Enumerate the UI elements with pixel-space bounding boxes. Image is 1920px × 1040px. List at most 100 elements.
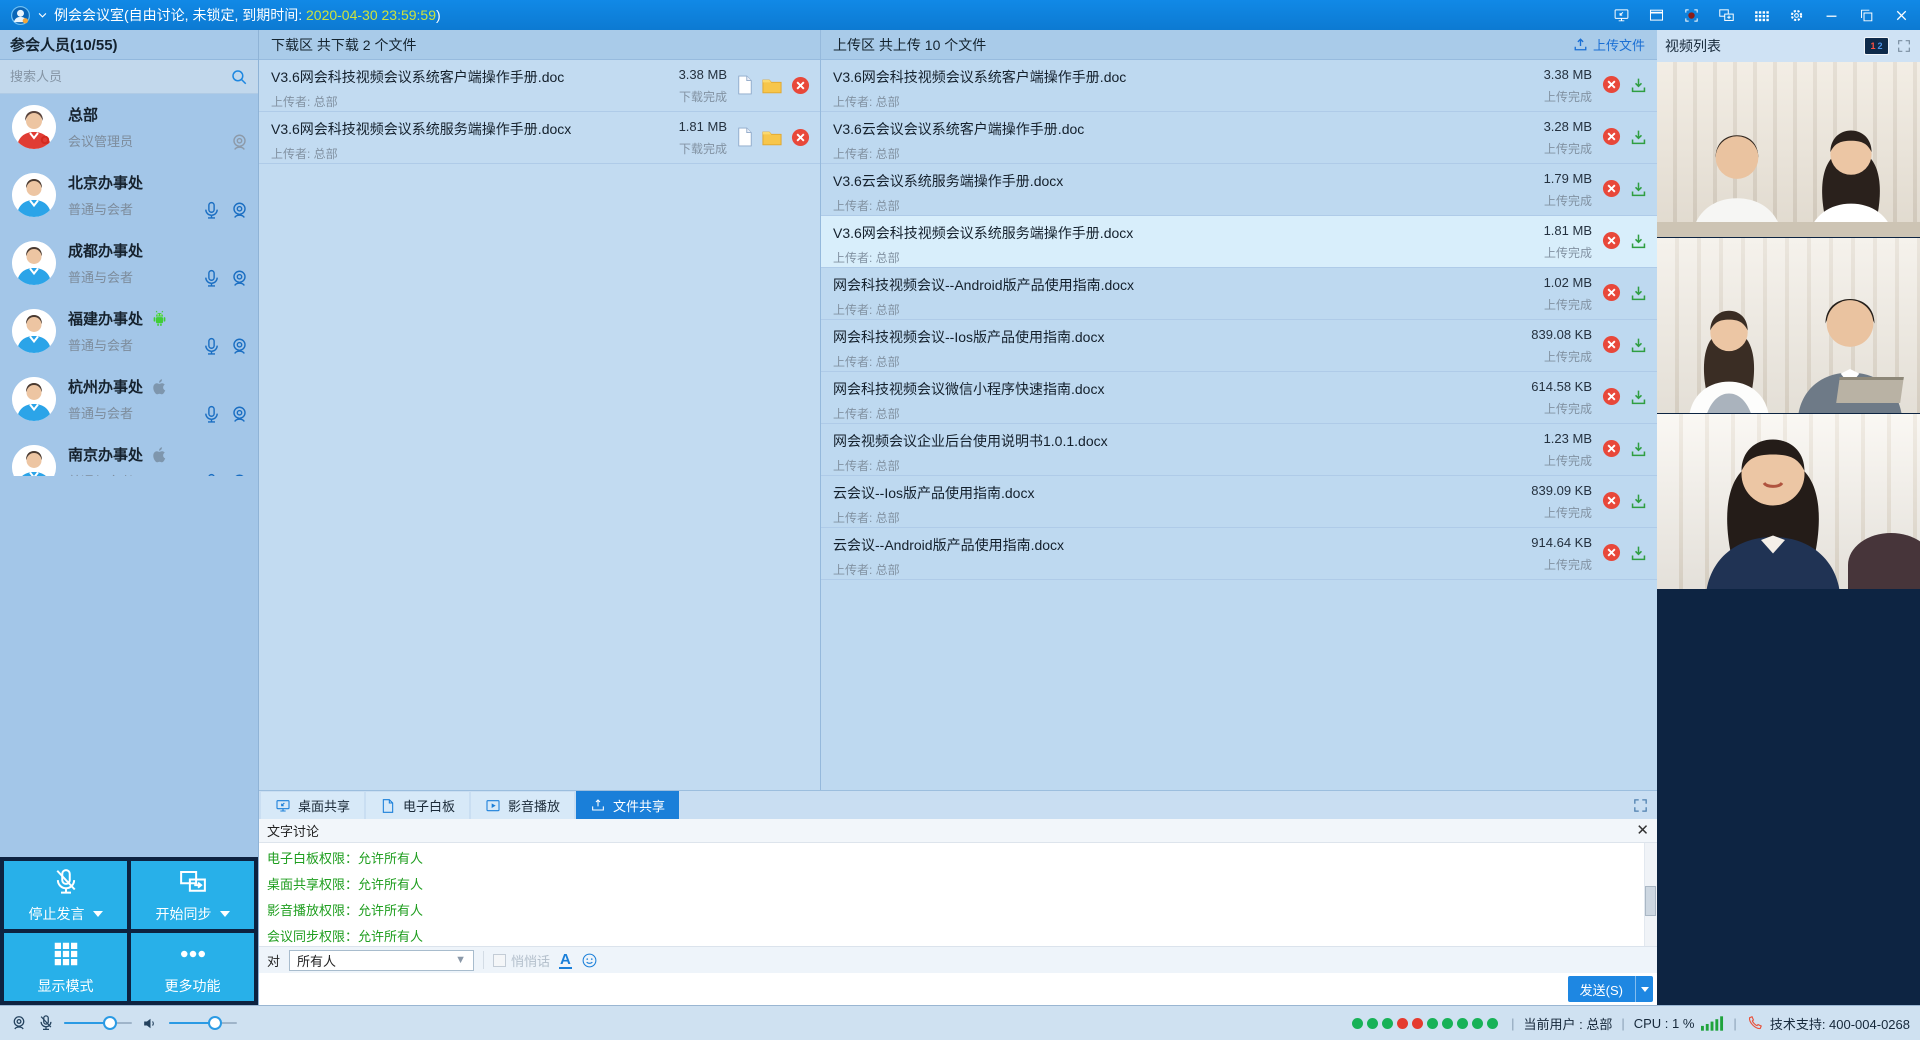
participant-row[interactable]: 成都办事处 普	[0, 230, 258, 298]
upload-file-row[interactable]: 云会议--Android版产品使用指南.docx 上传者: 总部 914.64 …	[821, 528, 1657, 580]
camera-icon[interactable]	[10, 1014, 28, 1032]
upload-file-row[interactable]: 网会科技视频会议--Ios版产品使用指南.docx 上传者: 总部 839.08…	[821, 320, 1657, 372]
download-icon[interactable]	[1630, 76, 1647, 94]
delete-icon[interactable]	[1602, 335, 1621, 354]
font-color-icon[interactable]: A	[559, 952, 572, 969]
microphone-icon[interactable]	[201, 404, 222, 425]
delete-icon[interactable]	[1602, 283, 1621, 302]
close-icon[interactable]: ✕	[1636, 823, 1649, 838]
mic-volume-slider[interactable]	[64, 1016, 132, 1030]
microphone-icon[interactable]	[201, 336, 222, 357]
speaker-volume-slider[interactable]	[169, 1016, 237, 1030]
scrollbar[interactable]	[1644, 843, 1657, 946]
download-icon[interactable]	[1630, 232, 1647, 250]
message-input[interactable]: 发送(S)	[259, 973, 1657, 1005]
delete-icon[interactable]	[1602, 387, 1621, 406]
download-icon[interactable]	[1630, 128, 1647, 146]
delete-icon[interactable]	[1602, 75, 1621, 94]
close-icon[interactable]	[1893, 7, 1910, 24]
upload-file-row[interactable]: V3.6网会科技视频会议系统服务端操作手册.docx 上传者: 总部 1.81 …	[821, 216, 1657, 268]
camera-off-icon[interactable]	[229, 132, 250, 153]
tab-file-share[interactable]: 文件共享	[576, 791, 679, 819]
video-thumbnail-1[interactable]	[1657, 62, 1920, 237]
delete-icon[interactable]	[1602, 179, 1621, 198]
delete-icon[interactable]	[1602, 491, 1621, 510]
microphone-icon[interactable]	[201, 200, 222, 221]
scrollbar-thumb[interactable]	[1645, 886, 1656, 916]
send-options-caret[interactable]	[1635, 976, 1653, 1002]
upload-file-row[interactable]: V3.6网会科技视频会议系统客户端操作手册.doc 上传者: 总部 3.38 M…	[821, 60, 1657, 112]
camera-icon[interactable]	[229, 336, 250, 357]
upload-file-row[interactable]: V3.6云会议系统服务端操作手册.docx 上传者: 总部 1.79 MB 上传…	[821, 164, 1657, 216]
tab-whiteboard[interactable]: 电子白板	[366, 792, 469, 819]
camera-icon[interactable]	[229, 404, 250, 425]
download-icon[interactable]	[1630, 336, 1647, 354]
delete-icon[interactable]	[1602, 231, 1621, 250]
dual-screen-icon[interactable]: 12	[1864, 37, 1889, 55]
expand-icon[interactable]	[1896, 38, 1912, 54]
dropdown-caret[interactable]	[93, 911, 103, 922]
open-folder-icon[interactable]	[762, 77, 782, 94]
checkbox-icon[interactable]	[493, 954, 506, 967]
cast-screen-icon[interactable]	[1718, 7, 1735, 24]
record-icon[interactable]	[1683, 7, 1700, 24]
minimize-icon[interactable]	[1823, 7, 1840, 24]
stop-speaking-button[interactable]: 停止发言	[4, 861, 127, 929]
app-logo-icon[interactable]	[10, 5, 31, 26]
delete-icon[interactable]	[1602, 543, 1621, 562]
maximize-icon[interactable]	[1858, 7, 1875, 24]
participant-row[interactable]: 总部 会议管理	[0, 94, 258, 162]
start-sync-button[interactable]: 开始同步	[131, 861, 254, 929]
upload-file-row[interactable]: V3.6云会议会议系统客户端操作手册.doc 上传者: 总部 3.28 MB 上…	[821, 112, 1657, 164]
upload-file-row[interactable]: 网会视频会议企业后台使用说明书1.0.1.docx 上传者: 总部 1.23 M…	[821, 424, 1657, 476]
whisper-checkbox[interactable]: 悄悄话	[493, 951, 550, 970]
presentation-icon[interactable]	[1648, 7, 1665, 24]
download-icon[interactable]	[1630, 180, 1647, 198]
video-thumbnail-2[interactable]	[1657, 238, 1920, 413]
camera-icon[interactable]	[229, 200, 250, 221]
more-functions-button[interactable]: 更多功能	[131, 933, 254, 1001]
video-thumbnail-3[interactable]	[1657, 414, 1920, 589]
download-icon[interactable]	[1630, 284, 1647, 302]
search-input[interactable]	[10, 69, 230, 84]
mic-off-icon[interactable]	[37, 1014, 55, 1032]
camera-icon[interactable]	[229, 268, 250, 289]
download-file-row[interactable]: V3.6网会科技视频会议系统服务端操作手册.docx 上传者: 总部 1.81 …	[259, 112, 820, 164]
download-icon[interactable]	[1630, 492, 1647, 510]
camera-icon[interactable]	[229, 472, 250, 476]
expand-icon[interactable]	[1632, 797, 1649, 814]
download-icon[interactable]	[1630, 544, 1647, 562]
emoji-icon[interactable]	[581, 952, 598, 969]
send-button[interactable]: 发送(S)	[1568, 976, 1653, 1002]
upload-file-row[interactable]: 云会议--Ios版产品使用指南.docx 上传者: 总部 839.09 KB 上…	[821, 476, 1657, 528]
search-icon[interactable]	[230, 68, 248, 86]
participant-row[interactable]: 福建办事处 普	[0, 298, 258, 366]
upload-file-button[interactable]: 上传文件	[1573, 35, 1645, 54]
tab-desktop-share[interactable]: 桌面共享	[261, 792, 364, 819]
participant-search[interactable]	[0, 60, 258, 94]
dialpad-icon[interactable]	[1753, 7, 1770, 24]
upload-file-row[interactable]: 网会科技视频会议微信小程序快速指南.docx 上传者: 总部 614.58 KB…	[821, 372, 1657, 424]
delete-icon[interactable]	[1602, 439, 1621, 458]
display-mode-button[interactable]: 显示模式	[4, 933, 127, 1001]
tab-media-play[interactable]: 影音播放	[471, 792, 574, 819]
recipient-select[interactable]: 所有人 ▼	[289, 950, 474, 971]
download-file-row[interactable]: V3.6网会科技视频会议系统客户端操作手册.doc 上传者: 总部 3.38 M…	[259, 60, 820, 112]
microphone-icon[interactable]	[201, 268, 222, 289]
speaker-icon[interactable]	[141, 1014, 160, 1033]
settings-gear-icon[interactable]	[1788, 7, 1805, 24]
microphone-icon[interactable]	[201, 472, 222, 476]
participant-row[interactable]: 南京办事处 普	[0, 434, 258, 476]
participant-row[interactable]: 杭州办事处 普	[0, 366, 258, 434]
download-icon[interactable]	[1630, 440, 1647, 458]
open-file-icon[interactable]	[737, 127, 753, 147]
delete-icon[interactable]	[1602, 127, 1621, 146]
delete-icon[interactable]	[791, 76, 810, 95]
screen-share-icon[interactable]	[1613, 7, 1630, 24]
upload-file-row[interactable]: 网会科技视频会议--Android版产品使用指南.docx 上传者: 总部 1.…	[821, 268, 1657, 320]
download-icon[interactable]	[1630, 388, 1647, 406]
participant-row[interactable]: 北京办事处 普	[0, 162, 258, 230]
open-folder-icon[interactable]	[762, 129, 782, 146]
open-file-icon[interactable]	[737, 75, 753, 95]
chevron-down-icon[interactable]	[37, 10, 48, 21]
